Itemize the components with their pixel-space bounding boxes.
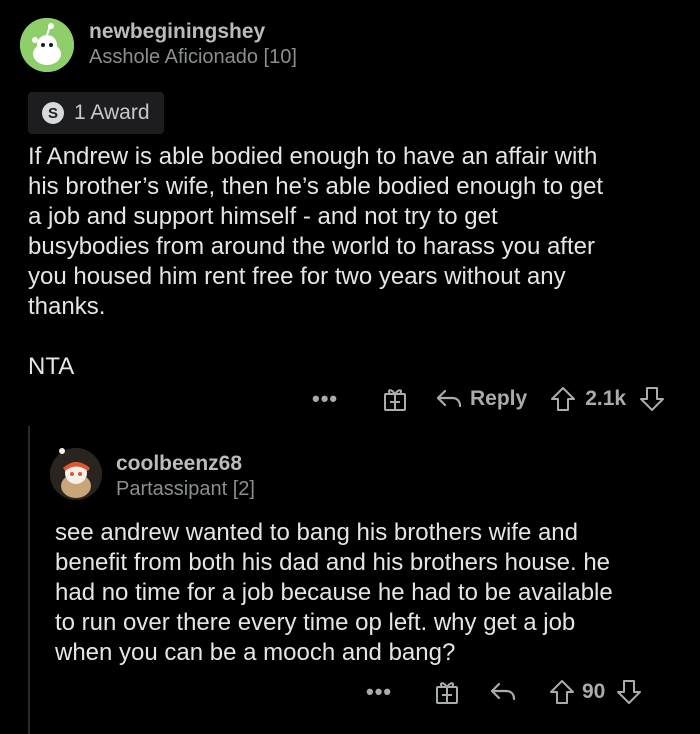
reply-arrow-icon [436, 389, 462, 408]
comment-body: see andrew wanted to bang his brothers w… [55, 519, 613, 666]
give-award-button[interactable] [434, 679, 460, 705]
gift-award-icon [436, 682, 458, 704]
give-award-button[interactable] [382, 386, 408, 412]
avatar[interactable] [50, 448, 102, 500]
upvote-button[interactable] [549, 385, 577, 413]
reply-button[interactable]: Reply [436, 387, 527, 411]
downvote-icon [617, 680, 642, 704]
downvote-button[interactable] [638, 385, 666, 413]
award-count: 1 Award [74, 101, 150, 124]
vote-score: 2.1k [585, 387, 627, 410]
upvote-button[interactable] [548, 678, 576, 706]
comment-actions: ••• Reply 2.1k [312, 383, 666, 415]
comment-body: If Andrew is able bodied enough to have … [28, 143, 604, 380]
thread-line[interactable] [28, 426, 30, 734]
silver-award-icon: S [42, 102, 64, 124]
downvote-icon [640, 387, 665, 411]
comment-actions: ••• 90 [366, 676, 643, 708]
username[interactable]: newbeginingshey [89, 20, 265, 44]
more-dots-icon: ••• [312, 386, 339, 411]
reply-arrow-icon [490, 682, 516, 701]
upvote-icon [550, 680, 574, 704]
snoo-avatar-icon [20, 18, 74, 72]
vote-score: 90 [582, 680, 606, 703]
username[interactable]: coolbeenz68 [116, 452, 242, 476]
user-flair: Asshole Aficionado [10] [89, 46, 297, 68]
snoo-avatar-icon [50, 448, 102, 500]
more-options-button[interactable]: ••• [312, 386, 342, 412]
award-badge[interactable]: S 1 Award [28, 92, 164, 134]
reply-label: Reply [470, 387, 528, 410]
avatar[interactable] [20, 18, 74, 72]
gift-award-icon [384, 389, 406, 411]
more-dots-icon: ••• [366, 679, 393, 704]
upvote-icon [551, 387, 576, 411]
more-options-button[interactable]: ••• [366, 679, 396, 705]
reply-button[interactable] [490, 681, 516, 703]
downvote-button[interactable] [615, 678, 643, 706]
user-flair: Partassipant [2] [116, 478, 255, 500]
